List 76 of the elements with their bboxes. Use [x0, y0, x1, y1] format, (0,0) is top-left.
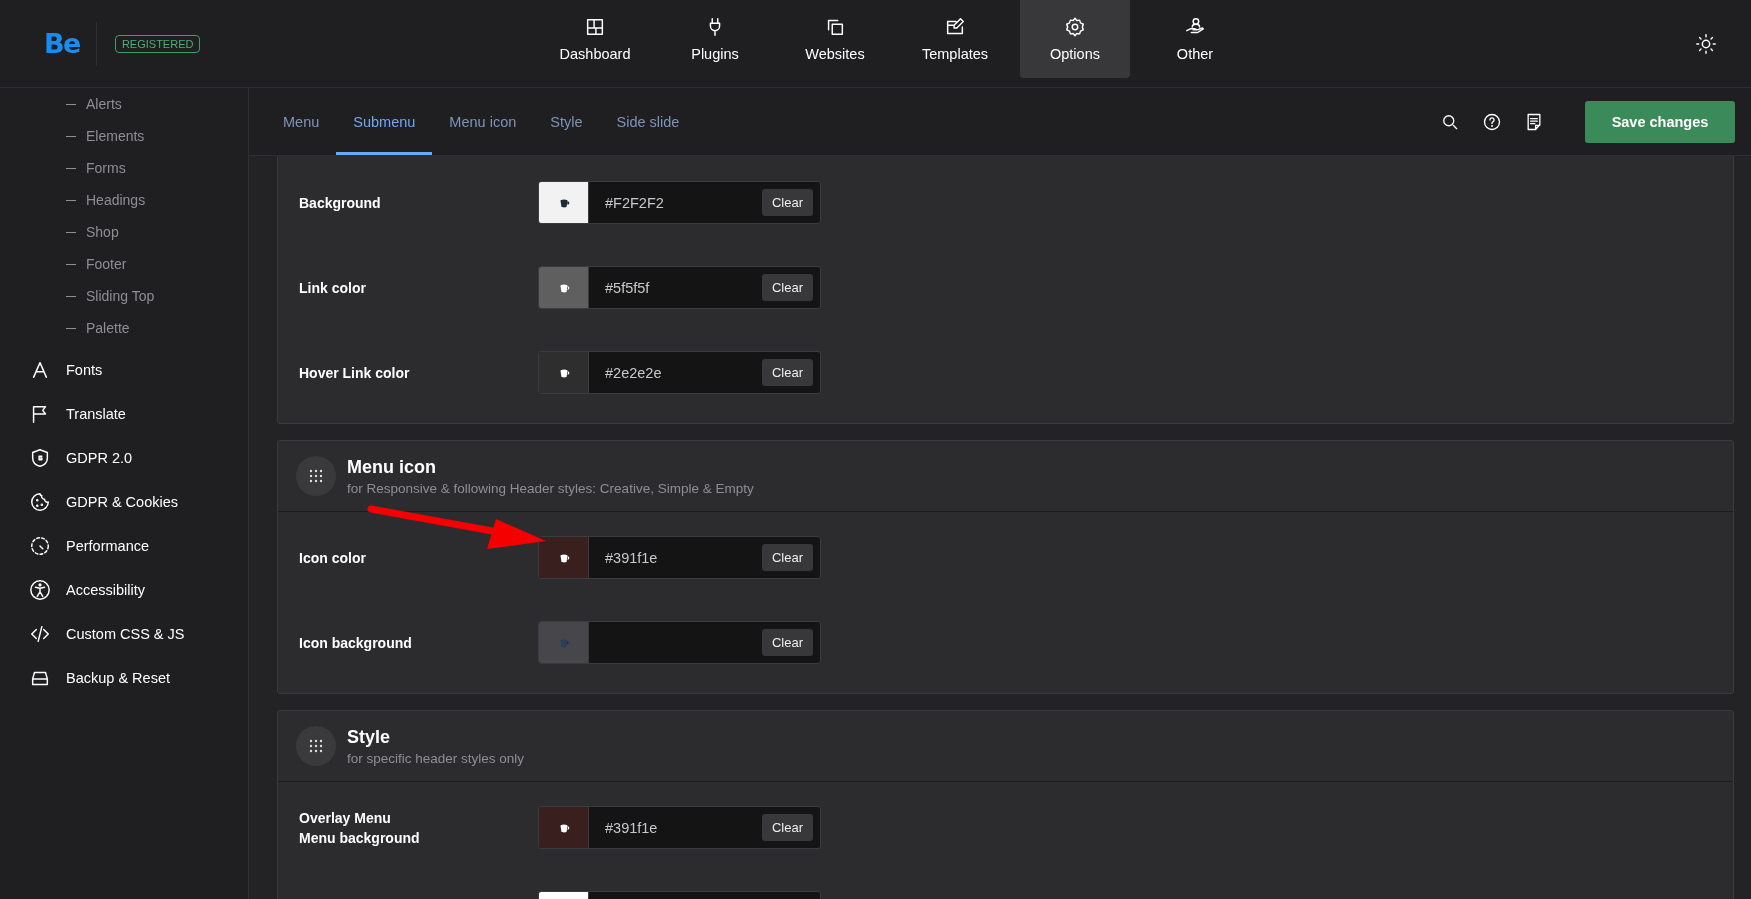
- nav-tab[interactable]: Other: [1140, 0, 1250, 78]
- dots-grid-icon: [296, 456, 336, 496]
- code-icon: [29, 623, 51, 645]
- sidebar-subitem[interactable]: Palette: [0, 312, 130, 344]
- sidebar-item[interactable]: Fonts: [0, 348, 103, 392]
- field-label: Link color: [299, 278, 367, 298]
- settings-icon: [1064, 16, 1086, 38]
- shield-icon: [29, 447, 51, 469]
- section-subtitle: for specific header styles only: [347, 750, 525, 766]
- hex-input[interactable]: #F2F2F2 Clear: [588, 182, 820, 223]
- sidebar-subitem[interactable]: Footer: [0, 248, 127, 280]
- section-title: Menu icon: [347, 456, 437, 478]
- hex-input[interactable]: #2e2e2e Clear: [588, 352, 820, 393]
- hex-input[interactable]: #5f5f5f Clear: [588, 267, 820, 308]
- sidebar-item[interactable]: Backup & Reset: [0, 656, 170, 700]
- dots-grid-icon: [296, 726, 336, 766]
- sidebar-subitem[interactable]: Shop: [0, 216, 119, 248]
- sidebar-subitem[interactable]: Headings: [0, 184, 146, 216]
- clear-button[interactable]: Clear: [762, 629, 813, 656]
- color-swatch[interactable]: [539, 807, 588, 848]
- field-label: Overlay Menu Menu background: [299, 808, 421, 848]
- sidebar-subitem[interactable]: Sliding Top: [0, 280, 155, 312]
- clear-button[interactable]: Clear: [762, 189, 813, 216]
- sidebar-item[interactable]: GDPR & Cookies: [0, 480, 178, 524]
- section-subtitle: for Responsive & following Header styles: Creative, Simple & Empty: [347, 480, 754, 496]
- color-swatch[interactable]: [539, 182, 588, 223]
- save-button[interactable]: Save changes: [1585, 100, 1735, 143]
- hex-input[interactable]: Clear: [588, 622, 820, 663]
- hex-input[interactable]: #391f1e Clear: [588, 537, 820, 578]
- dash-icon: [66, 327, 76, 329]
- license-badge: REGISTERED: [114, 34, 201, 53]
- sidebar-item[interactable]: Translate: [0, 392, 126, 436]
- dash-icon: [66, 295, 76, 297]
- dash-icon: [66, 135, 76, 137]
- clear-button[interactable]: Clear: [762, 274, 813, 301]
- dash-icon: [66, 167, 76, 169]
- nav-tab[interactable]: Options: [1020, 0, 1130, 78]
- sidebar-subitem[interactable]: Alerts: [0, 88, 122, 120]
- sidebar-item[interactable]: Performance: [0, 524, 149, 568]
- nav-tab[interactable]: Websites: [780, 0, 890, 78]
- dash-icon: [66, 103, 76, 105]
- section-title: Style: [347, 726, 392, 748]
- color-swatch[interactable]: [539, 622, 588, 663]
- dashboard-icon: [584, 16, 606, 38]
- color-swatch[interactable]: [539, 267, 588, 308]
- dash-icon: [66, 231, 76, 233]
- color-swatch[interactable]: [539, 352, 588, 393]
- dash-icon: [66, 199, 76, 201]
- sidebar-item[interactable]: Accessibility: [0, 568, 145, 612]
- logo[interactable]: Be: [44, 28, 80, 59]
- nav-tab[interactable]: Templates: [900, 0, 1010, 78]
- tab[interactable]: Menu icon: [432, 88, 534, 155]
- clear-button[interactable]: Clear: [762, 814, 813, 841]
- field-label: Background: [299, 193, 382, 213]
- clear-button[interactable]: Clear: [762, 359, 813, 386]
- nav-tab[interactable]: Plugins: [660, 0, 770, 78]
- tab[interactable]: Side slide: [599, 88, 697, 155]
- cookie-icon: [29, 491, 51, 513]
- color-swatch[interactable]: [539, 537, 588, 578]
- sidebar-item[interactable]: GDPR 2.0: [0, 436, 133, 480]
- nav-tab[interactable]: Dashboard: [540, 0, 650, 78]
- accessibility-icon: [29, 579, 51, 601]
- field-label: Hover Link color: [299, 363, 411, 383]
- gauge-icon: [29, 535, 51, 557]
- sun-icon[interactable]: [1695, 32, 1717, 55]
- help-icon[interactable]: [1482, 111, 1502, 132]
- tab[interactable]: Menu: [266, 88, 337, 155]
- sidebar-item[interactable]: Custom CSS & JS: [0, 612, 185, 656]
- field-label: Icon color: [299, 548, 367, 568]
- tab[interactable]: Style: [533, 88, 600, 155]
- hex-input[interactable]: #391f1e Clear: [588, 807, 820, 848]
- sidebar-subitem[interactable]: Forms: [0, 152, 126, 184]
- field-label: Icon background: [299, 633, 413, 653]
- dash-icon: [66, 263, 76, 265]
- sidebar-subitem[interactable]: Elements: [0, 120, 145, 152]
- clear-button[interactable]: Clear: [762, 544, 813, 571]
